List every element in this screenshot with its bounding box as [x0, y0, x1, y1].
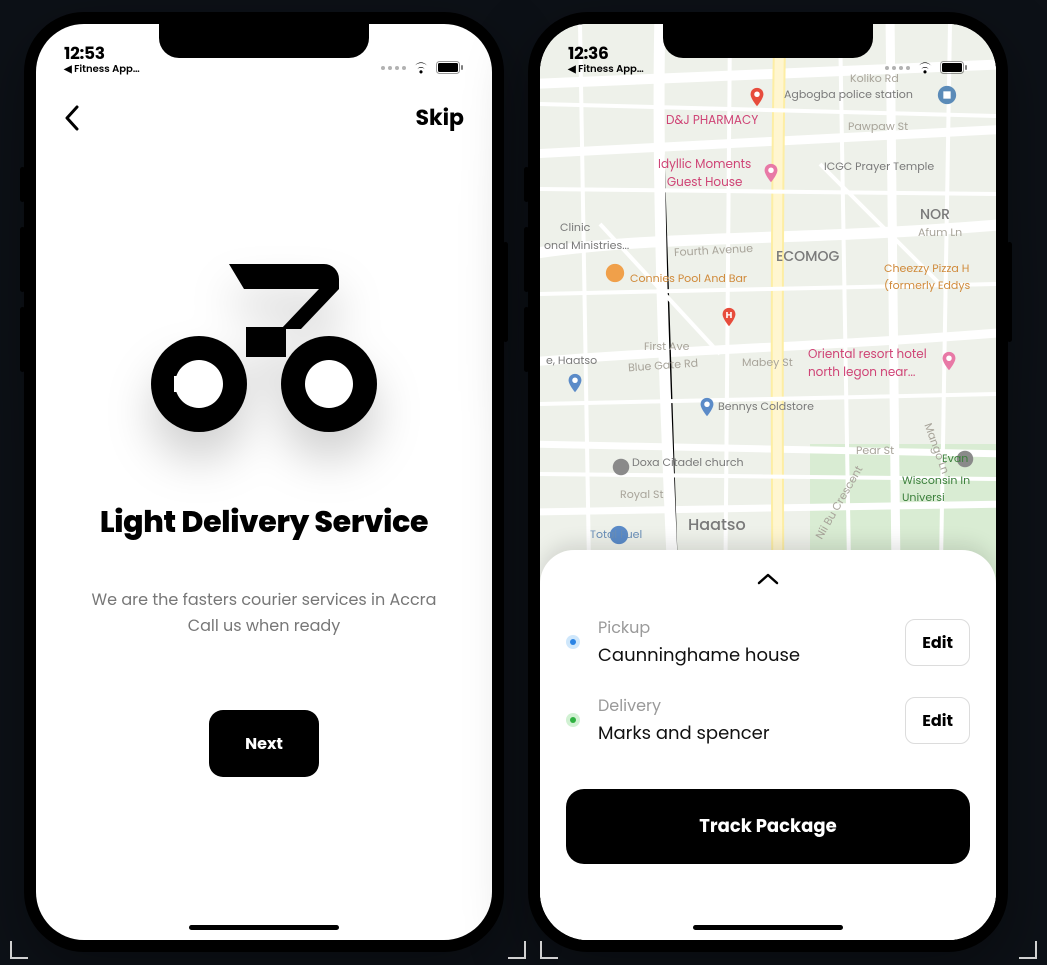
signal-dots-icon [381, 66, 406, 70]
battery-icon [940, 61, 968, 74]
map-label[interactable]: Cheezzy Pizza H (formerly Eddys [884, 260, 970, 294]
map-label[interactable]: Connies Pool And Bar [630, 270, 747, 287]
wifi-icon [412, 61, 430, 74]
map-label: Royal St [620, 486, 663, 503]
map-pin-blue-icon[interactable] [936, 84, 958, 106]
map-pin-pink-icon[interactable] [760, 162, 782, 184]
edit-pickup-button[interactable]: Edit [905, 619, 970, 666]
map-label[interactable]: Evan [942, 450, 968, 467]
crop-mark-icon [1019, 941, 1037, 959]
map-label[interactable]: Clinic [560, 219, 590, 236]
wifi-icon [916, 61, 934, 74]
map-label: Afum Ln [918, 224, 962, 241]
pickup-dot-icon [566, 635, 580, 649]
pickup-row: Pickup Caunninghame house Edit [566, 603, 970, 681]
home-indicator[interactable] [693, 925, 843, 930]
map-label[interactable]: Oriental resort hotel north legon near..… [808, 346, 927, 382]
map-label[interactable]: e, Haatso [546, 352, 597, 369]
onboarding-subtitle: We are the fasters courier services in A… [92, 587, 437, 638]
pickup-value: Caunninghame house [598, 642, 887, 669]
skip-button[interactable]: Skip [415, 101, 464, 134]
map-label[interactable]: Total Fuel [590, 526, 642, 543]
map-pin-orange-icon[interactable] [604, 262, 626, 284]
crop-mark-icon [540, 941, 558, 959]
status-back-app[interactable]: ◀ Fitness App… [568, 64, 644, 74]
pickup-label: Pickup [598, 615, 887, 640]
edit-delivery-button[interactable]: Edit [905, 697, 970, 744]
expand-sheet-button[interactable] [566, 564, 970, 603]
svg-text:H: H [726, 309, 733, 322]
notch [663, 24, 873, 58]
delivery-label: Delivery [598, 693, 887, 718]
map-label[interactable]: ICGC Prayer Temple [824, 158, 934, 175]
battery-icon [436, 61, 464, 74]
map-pin-gray-icon[interactable] [610, 456, 632, 478]
delivery-value: Marks and spencer [598, 720, 887, 747]
crop-mark-icon [508, 941, 526, 959]
delivery-row: Delivery Marks and spencer Edit [566, 681, 970, 759]
home-indicator[interactable] [189, 925, 339, 930]
map-pin-blue-icon[interactable] [564, 372, 586, 394]
bottom-sheet: Pickup Caunninghame house Edit Delivery … [540, 550, 996, 940]
map-label: Haatso [688, 512, 746, 537]
status-time: 12:36 [568, 45, 644, 62]
map-label: First Ave [644, 338, 689, 355]
map-pin-blue-icon[interactable] [696, 396, 718, 418]
map-label: ECOMOG [776, 246, 839, 267]
map-label: Mabey St [742, 354, 793, 371]
track-package-button[interactable]: Track Package [566, 789, 970, 864]
motorcycle-icon [134, 259, 394, 441]
screen-1: 12:53 ◀ Fitness App… [36, 24, 492, 940]
notch [159, 24, 369, 58]
screen-2: H D&J PHARMACY Agbogba police station Ko… [540, 24, 996, 940]
map-label[interactable]: Wisconsin In Universi [902, 472, 970, 506]
map-label[interactable]: D&J PHARMACY [666, 112, 758, 130]
map-label: Pawpaw St [848, 118, 908, 135]
map-pin-pink-icon[interactable] [938, 350, 960, 372]
map-label[interactable]: Bennys Coldstore [718, 398, 814, 415]
map-label[interactable]: Idyllic Moments Guest House [658, 156, 751, 192]
onboarding-title: Light Delivery Service [100, 499, 428, 545]
map-label: NOR [920, 204, 950, 225]
crop-mark-icon [10, 941, 28, 959]
map-label[interactable]: Doxa Citadel church [632, 454, 744, 471]
map-pin-red-icon[interactable] [746, 86, 768, 108]
map-label: Pear St [856, 442, 894, 459]
device-frame-2: H D&J PHARMACY Agbogba police station Ko… [528, 12, 1008, 952]
back-button[interactable] [64, 105, 80, 131]
next-button[interactable]: Next [209, 710, 319, 777]
device-frame-1: 12:53 ◀ Fitness App… [24, 12, 504, 952]
map-label[interactable]: Agbogba police station [784, 86, 913, 103]
map-pin-red-icon[interactable]: H [718, 306, 740, 328]
map-label[interactable]: onal Ministries... [544, 237, 629, 254]
signal-dots-icon [885, 66, 910, 70]
status-time: 12:53 [64, 45, 140, 62]
delivery-dot-icon [566, 713, 580, 727]
status-back-app[interactable]: ◀ Fitness App… [64, 64, 140, 74]
